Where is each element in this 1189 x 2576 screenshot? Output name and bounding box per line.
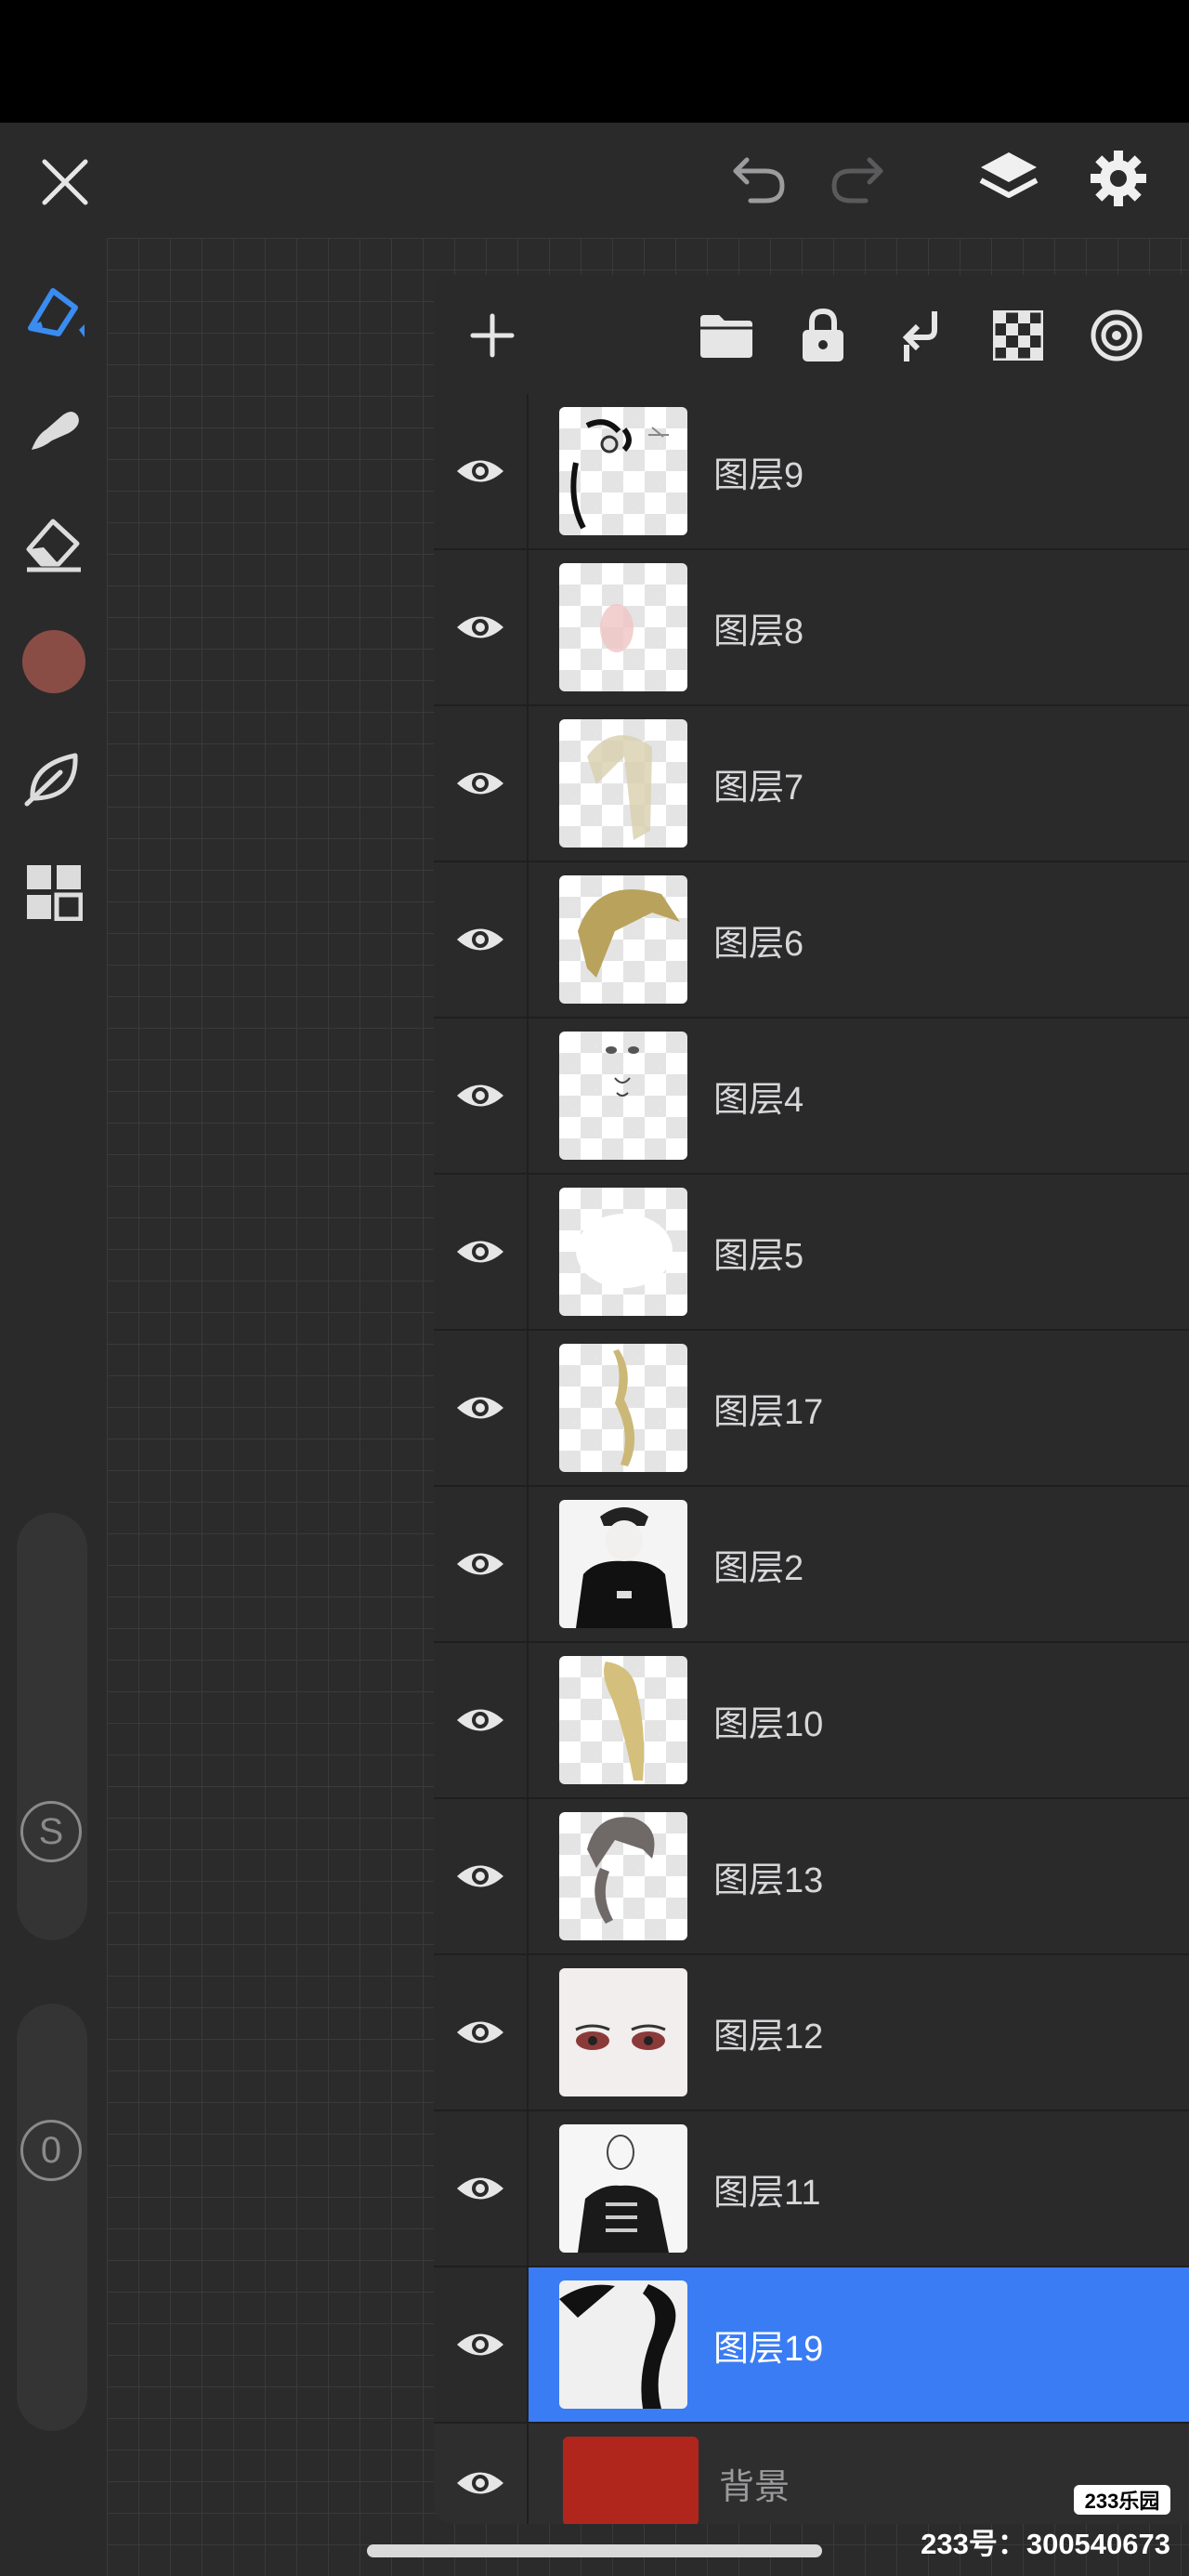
layer-thumbnail <box>559 2124 687 2253</box>
merge-down-icon[interactable] <box>889 303 954 368</box>
eye-icon[interactable] <box>434 1175 527 1329</box>
layer-info[interactable]: 图层10 <box>529 1643 1189 1797</box>
eye-icon[interactable] <box>434 2424 527 2524</box>
eye-icon[interactable] <box>434 1955 527 2109</box>
opacity-slider-knob[interactable]: 0 <box>20 2120 82 2181</box>
layer-row[interactable]: 图层8 <box>434 550 1189 706</box>
layer-info[interactable]: 图层19 <box>529 2267 1189 2422</box>
layers-panel-header <box>434 275 1189 394</box>
redo-icon[interactable] <box>821 145 895 219</box>
layer-name: 图层6 <box>713 924 804 964</box>
layer-thumbnail <box>559 2280 687 2409</box>
layer-thumbnail <box>559 407 687 535</box>
layer-name: 图层9 <box>713 455 804 495</box>
eraser-icon[interactable] <box>17 506 91 580</box>
layer-name: 图层8 <box>713 611 804 651</box>
layer-row[interactable]: 图层7 <box>434 706 1189 862</box>
eye-icon[interactable] <box>434 862 527 1017</box>
gallery-icon[interactable] <box>17 855 91 929</box>
eye-icon[interactable] <box>434 1019 527 1173</box>
layer-name: 图层19 <box>713 2329 824 2369</box>
checker-icon[interactable] <box>986 303 1051 368</box>
background-color-thumbnail[interactable] <box>563 2437 699 2524</box>
layer-thumbnail <box>559 1032 687 1160</box>
home-indicator[interactable] <box>367 2544 822 2557</box>
layer-row[interactable]: 图层10 <box>434 1643 1189 1799</box>
layer-name: 图层17 <box>713 1392 824 1432</box>
opacity-knob-label: 0 <box>40 2129 62 2171</box>
layer-row-selected[interactable]: 图层19 <box>434 2267 1189 2424</box>
layer-info[interactable]: 图层5 <box>529 1175 1189 1329</box>
layer-thumbnail <box>559 1344 687 1472</box>
close-icon[interactable] <box>28 145 102 219</box>
layer-info[interactable]: 图层9 <box>529 394 1189 548</box>
status-bar <box>0 0 1189 123</box>
folder-icon[interactable] <box>694 303 759 368</box>
layer-row[interactable]: 图层5 <box>434 1175 1189 1331</box>
layer-row[interactable]: 图层9 <box>434 394 1189 550</box>
layer-row[interactable]: 图层12 <box>434 1955 1189 2111</box>
opacity-slider[interactable] <box>17 2004 87 2431</box>
layer-row[interactable]: 图层11 <box>434 2111 1189 2267</box>
layer-thumbnail <box>559 1188 687 1316</box>
color-swatch[interactable] <box>17 624 91 699</box>
layer-thumbnail <box>559 719 687 848</box>
layer-thumbnail <box>559 1812 687 1940</box>
layer-info[interactable]: 图层7 <box>529 706 1189 861</box>
layer-thumbnail <box>559 1500 687 1628</box>
layer-name: 图层5 <box>713 1236 804 1276</box>
layer-row[interactable]: 图层4 <box>434 1019 1189 1175</box>
undo-icon[interactable] <box>721 145 795 219</box>
eye-icon[interactable] <box>434 706 527 861</box>
layer-row[interactable]: 图层6 <box>434 862 1189 1019</box>
layer-row[interactable]: 图层2 <box>434 1487 1189 1643</box>
leaf-icon[interactable] <box>17 740 91 814</box>
layer-name: 图层2 <box>713 1548 804 1588</box>
eye-icon[interactable] <box>434 1643 527 1797</box>
gear-icon[interactable] <box>1081 141 1156 216</box>
layer-info[interactable]: 图层17 <box>529 1331 1189 1485</box>
layer-info[interactable]: 图层8 <box>529 550 1189 704</box>
layers-panel: 图层9 图层8 图层7 图层6 图层4 图层5 图层17 图层2 图层10 图层… <box>434 275 1189 2524</box>
watermark-text: 233号：300540673 <box>921 2528 1170 2560</box>
layer-name: 图层12 <box>713 2017 824 2057</box>
layer-name: 图层7 <box>713 768 804 808</box>
layer-name: 图层11 <box>713 2173 821 2213</box>
layer-name: 图层4 <box>713 1080 804 1120</box>
smudge-icon[interactable] <box>17 390 91 465</box>
target-icon[interactable] <box>1084 303 1149 368</box>
layer-name: 背景 <box>719 2467 790 2507</box>
layer-row[interactable]: 图层17 <box>434 1331 1189 1487</box>
eye-icon[interactable] <box>434 394 527 548</box>
brush-size-slider[interactable] <box>17 1513 87 1940</box>
layer-info[interactable]: 图层11 <box>529 2111 1189 2266</box>
top-toolbar <box>0 123 1189 238</box>
layers-icon[interactable] <box>972 141 1046 216</box>
eye-icon[interactable] <box>434 1487 527 1641</box>
eye-icon[interactable] <box>434 2267 527 2422</box>
eye-icon[interactable] <box>434 2111 527 2266</box>
layer-info[interactable]: 图层12 <box>529 1955 1189 2109</box>
layer-name: 图层13 <box>713 1860 824 1900</box>
tool-sidebar: S 0 <box>0 238 107 2576</box>
layer-info[interactable]: 图层2 <box>529 1487 1189 1641</box>
lock-icon[interactable] <box>790 303 856 368</box>
layer-thumbnail <box>559 563 687 691</box>
layer-thumbnail <box>559 875 687 1004</box>
layer-info[interactable]: 图层4 <box>529 1019 1189 1173</box>
add-icon[interactable] <box>460 303 525 368</box>
size-knob-label: S <box>38 1810 64 1852</box>
eye-icon[interactable] <box>434 1331 527 1485</box>
layer-row[interactable]: 图层13 <box>434 1799 1189 1955</box>
eye-icon[interactable] <box>434 550 527 704</box>
layer-thumbnail <box>559 1968 687 2096</box>
brush-icon[interactable] <box>17 275 91 349</box>
layer-thumbnail <box>559 1656 687 1784</box>
layer-info[interactable]: 图层13 <box>529 1799 1189 1953</box>
layer-info[interactable]: 图层6 <box>529 862 1189 1017</box>
eye-icon[interactable] <box>434 1799 527 1953</box>
watermark-logo: 233乐园 <box>1074 2485 1170 2515</box>
size-slider-knob[interactable]: S <box>20 1801 82 1862</box>
layer-name: 图层10 <box>713 1704 824 1744</box>
